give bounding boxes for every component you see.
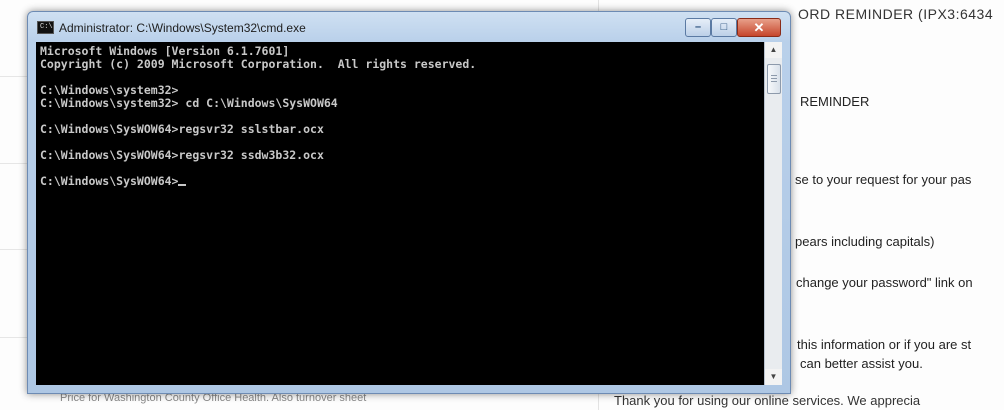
- body-text-line: change your password" link on: [796, 275, 973, 290]
- vertical-scrollbar[interactable]: ▲ ▼: [764, 42, 782, 385]
- window-title: Administrator: C:\Windows\System32\cmd.e…: [59, 21, 306, 35]
- console-line: C:\Windows\SysWOW64>regsvr32 sslstbar.oc…: [40, 122, 324, 136]
- scroll-up-arrow-icon[interactable]: ▲: [765, 42, 782, 58]
- cmd-icon[interactable]: C:\: [37, 21, 54, 34]
- console-output[interactable]: Microsoft Windows [Version 6.1.7601] Cop…: [36, 42, 764, 385]
- body-text-line: can better assist you.: [800, 356, 923, 371]
- close-icon: ✕: [753, 20, 765, 35]
- page-header-text: ORD REMINDER (IPX3:6434: [798, 6, 994, 22]
- footer-right-text: Thank you for using our online services.…: [614, 393, 921, 408]
- console-prompt-line[interactable]: C:\Windows\SysWOW64>: [40, 175, 764, 188]
- minimize-icon: –: [694, 21, 702, 33]
- console-line: Copyright (c) 2009 Microsoft Corporation…: [40, 57, 477, 71]
- body-text-line: pears including capitals): [795, 234, 935, 249]
- console-prompt: C:\Windows\SysWOW64>: [40, 174, 179, 188]
- reminder-heading: REMINDER: [800, 94, 870, 109]
- maximize-button[interactable]: □: [711, 18, 737, 37]
- body-text-line: se to your request for your pas: [795, 172, 972, 187]
- title-bar[interactable]: C:\ Administrator: C:\Windows\System32\c…: [28, 12, 790, 42]
- close-button[interactable]: ✕: [737, 18, 781, 37]
- scroll-thumb[interactable]: [767, 64, 781, 94]
- console-line: C:\Windows\system32> cd C:\Windows\SysWO…: [40, 96, 338, 110]
- body-text-line: this information or if you are st: [797, 337, 972, 352]
- minimize-button[interactable]: –: [685, 18, 711, 37]
- text-cursor: [178, 184, 187, 186]
- console-line: C:\Windows\SysWOW64>regsvr32 ssdw3b32.oc…: [40, 148, 324, 162]
- maximize-icon: □: [720, 21, 728, 33]
- scroll-down-arrow-icon[interactable]: ▼: [765, 369, 782, 385]
- cmd-window[interactable]: C:\ Administrator: C:\Windows\System32\c…: [27, 11, 791, 394]
